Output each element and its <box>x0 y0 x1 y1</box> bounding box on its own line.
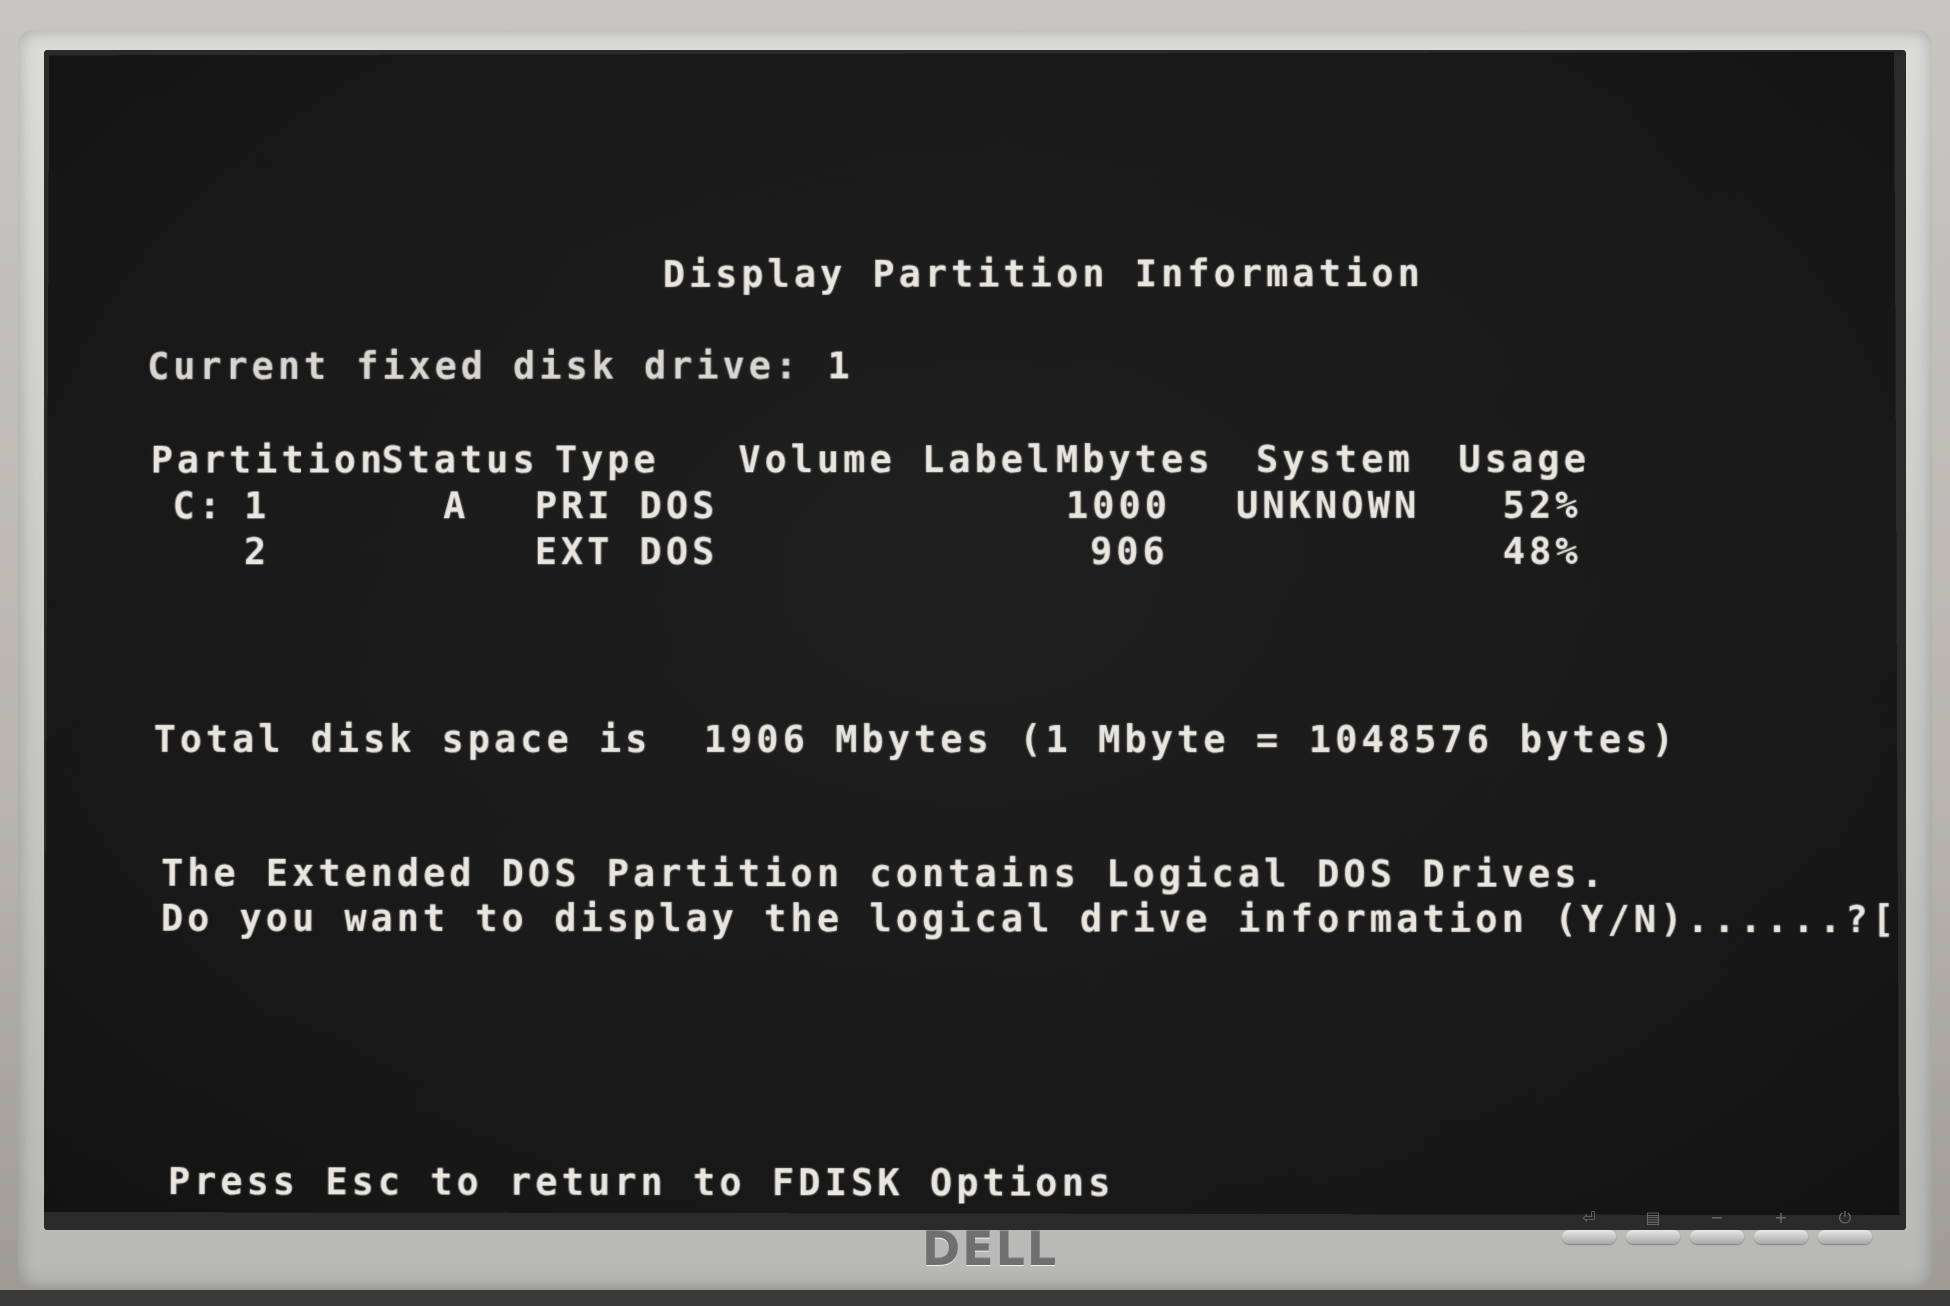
fdisk-screen: Display Partition Information Current fi… <box>44 51 1900 1216</box>
total-prefix: Total disk space is <box>153 717 652 761</box>
prompt-answer-input[interactable]: [Y] <box>1872 898 1900 941</box>
current-drive-value: 1 <box>827 344 854 388</box>
row1-type: PRI DOS <box>534 484 719 528</box>
menu-button[interactable]: ▤ <box>1626 1208 1680 1244</box>
total-value: 1906 <box>703 717 809 762</box>
minus-icon: − <box>1710 1208 1724 1227</box>
header-status: Status <box>381 438 539 482</box>
screen-title: Display Partition Information <box>662 252 1424 296</box>
power-button[interactable]: ⏻ <box>1818 1208 1872 1244</box>
current-drive-line: Current fixed disk drive: 1 <box>147 345 854 388</box>
row1-drive: C: <box>172 484 225 528</box>
header-volume-label: Volume Label <box>738 438 1054 482</box>
total-suffix: Mbytes (1 Mbyte = 1048576 bytes) <box>835 718 1679 762</box>
row1-system: UNKNOWN <box>1236 483 1421 527</box>
row1-partition: 1 <box>244 484 271 528</box>
row2-usage: 48% <box>1502 529 1582 573</box>
display-logical-prompt: Do you want to display the logical drive… <box>161 897 1899 942</box>
prompt-question: Do you want to display the logical drive… <box>160 896 1872 942</box>
monitor-buttons: ⏎ ▤ − + ⏻ <box>1562 1208 1882 1252</box>
power-icon: ⏻ <box>1838 1208 1852 1227</box>
header-system: System <box>1255 437 1414 481</box>
row1-usage: 52% <box>1502 483 1582 527</box>
input-source-icon: ⏎ <box>1582 1208 1596 1227</box>
row1-status: A <box>443 484 470 528</box>
plus-icon: + <box>1774 1208 1788 1227</box>
header-partition: Partition <box>150 438 387 482</box>
desk-edge <box>0 1290 1950 1306</box>
header-type: Type <box>554 438 660 482</box>
esc-hint[interactable]: Press Esc to return to FDISK Options <box>168 1160 1115 1205</box>
header-usage: Usage <box>1458 437 1591 481</box>
menu-icon: ▤ <box>1645 1208 1661 1227</box>
dell-logo: DELL <box>922 1222 1059 1276</box>
total-disk-space-line: Total disk space is 1906 Mbytes (1 Mbyte… <box>154 718 1678 761</box>
row1-mbytes: 1000 <box>1065 484 1172 528</box>
extended-partition-message: The Extended DOS Partition contains Logi… <box>161 851 1608 896</box>
row2-partition: 2 <box>243 530 271 574</box>
row2-mbytes: 906 <box>1089 529 1169 573</box>
row2-type: EXT DOS <box>534 530 719 574</box>
minus-button[interactable]: − <box>1690 1208 1744 1244</box>
header-mbytes: Mbytes <box>1055 438 1214 482</box>
input-source-button[interactable]: ⏎ <box>1562 1208 1616 1244</box>
plus-button[interactable]: + <box>1754 1208 1808 1244</box>
current-drive-label: Current fixed disk drive: <box>147 344 802 388</box>
